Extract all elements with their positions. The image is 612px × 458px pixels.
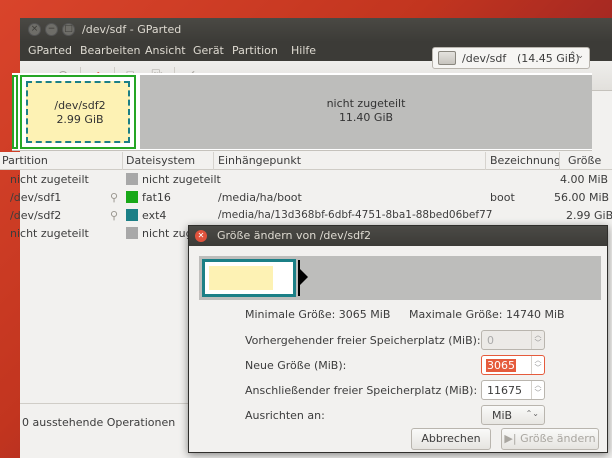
device-path: /dev/sdf <box>462 52 507 65</box>
fs-color-swatch <box>126 173 138 185</box>
cell-filesystem: nicht zug <box>142 227 193 240</box>
chevron-updown-icon: ⌃⌄ <box>568 51 584 61</box>
column-separator <box>122 152 123 170</box>
partition-graph: /dev/sdf2 2.99 GiB nicht zugeteilt 11.40… <box>12 73 592 151</box>
cell-size: 4.00 MiB <box>560 173 609 186</box>
partition-used-fill <box>209 266 273 290</box>
minimize-window-icon[interactable]: − <box>45 23 58 36</box>
cell-partition: /dev/sdf1 <box>10 191 62 204</box>
partition-graph-unallocated[interactable]: nicht zugeteilt 11.40 GiB <box>140 75 592 149</box>
partition-resize-box[interactable] <box>202 259 296 297</box>
partition-graph-sdf2-name: /dev/sdf2 <box>54 99 106 112</box>
close-icon[interactable]: ✕ <box>195 230 207 242</box>
cell-partition: /dev/sdf2 <box>10 209 62 222</box>
column-separator <box>559 152 560 170</box>
cell-mountpoint: /media/ha/boot <box>218 191 302 204</box>
cell-filesystem: ext4 <box>142 209 167 222</box>
resize-dialog: ✕ Größe ändern von /dev/sdf2 Minimale Gr… <box>188 225 608 453</box>
table-row[interactable]: nicht zugeteilt nicht zugeteilt 4.00 MiB <box>0 171 612 189</box>
new-size-label: Neue Größe (MiB): <box>245 359 347 372</box>
key-icon: ⚲ <box>110 209 119 222</box>
status-text: 0 ausstehende Operationen <box>22 416 176 429</box>
device-selector[interactable]: /dev/sdf (14.45 GiB) ⌃⌄ <box>432 47 590 69</box>
align-label: Ausrichten an: <box>245 409 325 422</box>
disk-icon <box>438 51 456 65</box>
unallocated-size: 11.40 GiB <box>338 111 394 124</box>
column-label[interactable]: Bezeichnung <box>490 154 561 167</box>
spin-arrows-icon[interactable]: ︿ ﹀ <box>531 356 544 374</box>
menu-gparted[interactable]: GParted <box>28 44 72 57</box>
min-size-label: Minimale Größe: 3065 MiB <box>245 308 391 321</box>
resize-button[interactable]: ▶| Größe ändern <box>501 428 599 450</box>
dialog-title: Größe ändern von /dev/sdf2 <box>217 229 371 242</box>
key-icon: ⚲ <box>110 191 119 204</box>
new-size-value: 3065 <box>486 359 516 372</box>
free-after-label: Anschließender freier Speicherplatz (MiB… <box>245 384 478 397</box>
cell-size: 56.00 MiB <box>554 191 610 204</box>
free-after-value: 11675 <box>487 384 522 397</box>
max-size-label: Maximale Größe: 14740 MiB <box>409 308 565 321</box>
free-before-label: Vorhergehender freier Speicherplatz (MiB… <box>245 334 481 347</box>
cell-filesystem: nicht zugeteilt <box>142 173 221 186</box>
menu-partition[interactable]: Partition <box>232 44 278 57</box>
resize-slider[interactable] <box>199 256 601 300</box>
window-title: /dev/sdf - GParted <box>82 23 182 36</box>
table-row[interactable]: /dev/sdf1 ⚲ fat16 /media/ha/boot boot 56… <box>0 189 612 207</box>
cell-partition: nicht zugeteilt <box>10 227 89 240</box>
column-mountpoint[interactable]: Einhängepunkt <box>218 154 301 167</box>
resize-icon: ▶| <box>504 432 517 445</box>
menu-geraet[interactable]: Gerät <box>193 44 224 57</box>
table-row[interactable]: /dev/sdf2 ⚲ ext4 /media/ha/13d368bf-6dbf… <box>0 207 612 225</box>
spin-arrows-icon[interactable]: ︿ ﹀ <box>531 381 544 399</box>
align-select[interactable]: MiB ⌃⌄ <box>481 405 545 425</box>
close-window-icon[interactable]: × <box>28 23 41 36</box>
column-size[interactable]: Größe <box>568 154 601 167</box>
cell-filesystem: fat16 <box>142 191 171 204</box>
maximize-window-icon[interactable]: □ <box>62 23 75 36</box>
table-header: Partition Dateisystem Einhängepunkt Beze… <box>0 152 612 170</box>
unallocated-name: nicht zugeteilt <box>326 97 406 110</box>
cell-mountpoint: /media/ha/13d368bf-6dbf-4751-8ba1-88bed0… <box>218 209 493 221</box>
fs-color-swatch <box>126 227 138 239</box>
partition-graph-sdf2-fill <box>26 81 130 143</box>
column-filesystem[interactable]: Dateisystem <box>126 154 195 167</box>
fs-color-swatch <box>126 191 138 203</box>
column-separator <box>485 152 486 170</box>
free-after-field[interactable]: 11675 ︿ ﹀ <box>481 380 545 400</box>
resize-button-label: Größe ändern <box>520 432 596 445</box>
cell-size: 2.99 GiB <box>566 209 612 222</box>
menu-ansicht[interactable]: Ansicht <box>145 44 186 57</box>
menu-hilfe[interactable]: Hilfe <box>291 44 316 57</box>
cancel-button[interactable]: Abbrechen <box>411 428 491 450</box>
status-bar: 0 ausstehende Operationen <box>20 414 190 432</box>
spin-arrows-icon[interactable]: ︿ ﹀ <box>531 331 544 349</box>
partition-graph-sdf2-size: 2.99 GiB <box>56 113 104 126</box>
fs-color-swatch <box>126 209 138 221</box>
partition-graph-sdf1[interactable] <box>12 75 18 149</box>
free-before-field[interactable]: 0 ︿ ﹀ <box>481 330 545 350</box>
new-size-field[interactable]: 3065 ︿ ﹀ <box>481 355 545 375</box>
align-value: MiB <box>492 409 513 422</box>
chevron-updown-icon: ⌃⌄ <box>525 409 539 418</box>
free-before-value: 0 <box>487 334 494 347</box>
column-separator <box>213 152 214 170</box>
menu-bearbeiten[interactable]: Bearbeiten <box>80 44 140 57</box>
column-partition[interactable]: Partition <box>2 154 48 167</box>
partition-graph-sdf2[interactable]: /dev/sdf2 2.99 GiB <box>20 75 136 149</box>
dialog-title-bar: ✕ Größe ändern von /dev/sdf2 <box>189 226 607 246</box>
cell-label: boot <box>490 191 515 204</box>
title-bar: × − □ /dev/sdf - GParted <box>20 18 612 42</box>
cell-partition: nicht zugeteilt <box>10 173 89 186</box>
horizontal-scrollbar[interactable] <box>20 403 200 411</box>
resize-handle-arrow-icon[interactable] <box>300 269 308 285</box>
